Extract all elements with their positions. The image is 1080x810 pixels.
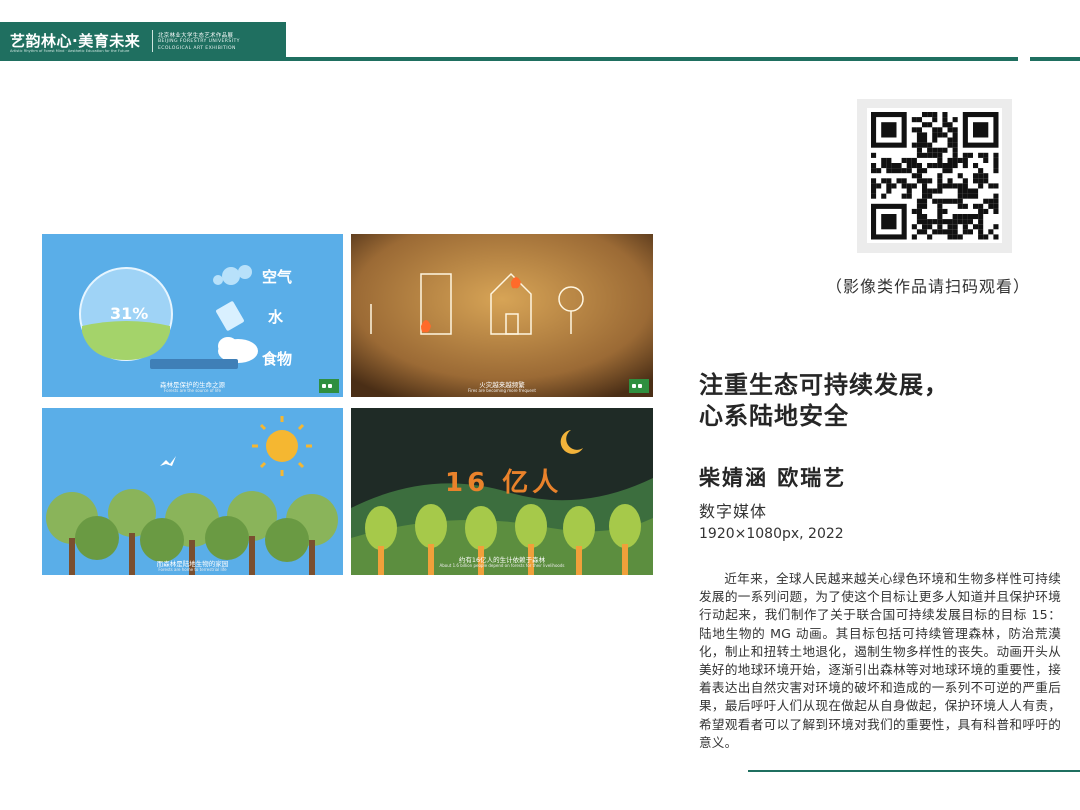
panel-caption-en: Forests are the source of life [164,388,221,393]
header-divider [152,30,153,52]
panel-caption-en: Fires are becoming more frequent [468,388,536,393]
label-water: 水 [268,308,284,326]
headline-1-6-billion: 16 亿人 [445,468,563,498]
work-spec: 1920×1080px, 2022 [699,526,844,542]
exhibition-name-en-2: ECOLOGICAL ART EXHIBITION [158,46,236,51]
exhibition-name-en-1: BEIJING FORESTRY UNIVERSITY [158,39,240,44]
footer-rule [748,770,1080,772]
logo-badge [319,379,339,393]
animation-still-1: 31% 空气 水 食物 森林是保护的生命之源 Forests are the s… [42,234,343,397]
work-authors: 柴婧涵 欧瑞艺 [699,466,847,490]
qr-code-pattern [867,108,1002,243]
stat-31-percent: 31% [110,304,149,323]
panel-caption-en: About 1.6 billion people depend on fores… [439,563,565,568]
work-title-line-1: 注重生态可持续发展， [699,371,949,399]
header-rule [0,57,1018,61]
exhibition-title: 艺韵林心·美育未来 [10,32,141,50]
qr-code[interactable] [857,99,1012,253]
label-food: 食物 [262,350,293,368]
header-rule-end [1030,57,1080,61]
label-air: 空气 [262,268,293,286]
work-title: 注重生态可持续发展， 心系陆地安全 [699,370,949,432]
animation-still-4: 16 亿人 约有16亿人的生计依赖于森林 About 1.6 billion p… [351,408,653,575]
exhibition-name-cn: 北京林业大学生态艺术作品展 [158,33,234,39]
panel-caption-en: Forests are home to terrestrial life [158,567,227,572]
exhibition-header: 艺韵林心·美育未来 Artistic Rhythm of Forest Mind… [0,22,286,60]
work-description: 近年来，全球人民越来越关心绿色环境和生物多样性可持续发展的一系列问题，为了使这个… [699,571,1061,750]
animation-still-3: 而森林是陆地生物的家园 Forests are home to terrestr… [42,408,343,575]
work-medium: 数字媒体 [699,502,768,521]
qr-caption: （影像类作品请扫码观看） [826,277,1031,296]
logo-badge [629,379,649,393]
animation-still-2: 火灾越来越频繁 Fires are becoming more frequent [351,234,653,397]
exhibition-subtitle: Artistic Rhythm of Forest Mind · Aesthet… [10,49,130,53]
work-title-line-2: 心系陆地安全 [699,402,849,430]
